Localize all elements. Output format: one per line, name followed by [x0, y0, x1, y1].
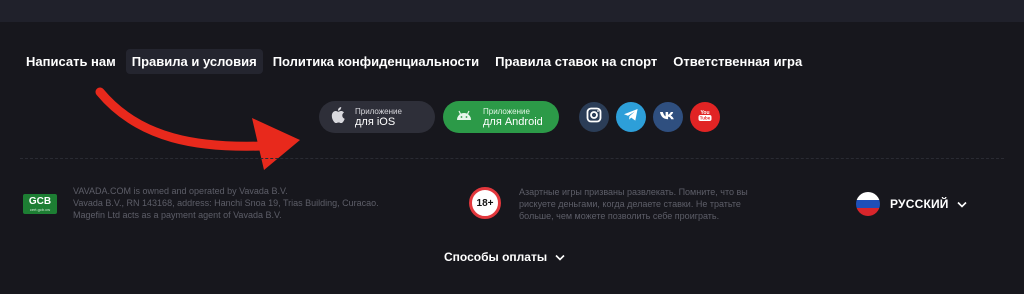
android-app-label: для Android	[483, 116, 543, 128]
telegram-icon	[623, 108, 639, 127]
license-line: Magefin Ltd acts as a payment agent of V…	[73, 210, 282, 220]
vk-link[interactable]	[653, 102, 683, 132]
responsible-line: Азартные игры призваны развлекать. Помни…	[519, 187, 748, 197]
android-icon	[455, 108, 473, 126]
ios-app-button[interactable]: Приложение для iOS	[319, 101, 435, 133]
nav-link-contact[interactable]: Написать нам	[20, 49, 122, 74]
nav-link-responsible-gaming[interactable]: Ответственная игра	[667, 49, 808, 74]
android-app-button[interactable]: Приложение для Android	[443, 101, 559, 133]
gcb-badge-title: GCB	[28, 195, 52, 207]
russia-flag-icon	[856, 192, 880, 216]
chevron-down-icon	[957, 195, 967, 213]
telegram-link[interactable]	[616, 102, 646, 132]
responsible-line: рискуете деньгами, когда делаете ставки.…	[519, 199, 741, 209]
header-bar	[0, 0, 1024, 22]
nav-link-privacy[interactable]: Политика конфиденциальности	[267, 49, 485, 74]
license-line: Vavada B.V., RN 143168, address: Hanchi …	[73, 198, 379, 208]
payment-methods-label: Способы оплаты	[444, 250, 548, 264]
gcb-badge-sub: cert.gcb.cw	[29, 206, 51, 212]
language-selector[interactable]: РУССКИЙ	[856, 192, 967, 216]
age-restriction-badge: 18+	[469, 187, 501, 219]
instagram-icon	[586, 107, 602, 128]
nav-link-terms[interactable]: Правила и условия	[125, 48, 263, 74]
app-downloads: Приложение для iOS Приложение для Androi…	[319, 101, 720, 133]
gcb-license-badge[interactable]: GCB cert.gcb.cw	[23, 194, 57, 214]
payment-methods-toggle[interactable]: Способы оплаты	[444, 250, 565, 264]
apple-icon	[331, 106, 345, 128]
instagram-link[interactable]	[579, 102, 609, 132]
footer-nav: Написать нам Правила и условия Политика …	[20, 47, 812, 75]
chevron-down-icon	[555, 250, 565, 264]
youtube-link[interactable]: You Tube	[690, 102, 720, 132]
responsible-line: больше, чем можете позволить себе проигр…	[519, 211, 720, 221]
vk-icon	[659, 108, 677, 126]
language-label: РУССКИЙ	[890, 197, 949, 211]
youtube-icon: You Tube	[696, 108, 714, 127]
license-line: VAVADA.COM is owned and operated by Vava…	[73, 186, 288, 196]
ios-app-label: для iOS	[355, 116, 396, 128]
nav-link-sport-rules[interactable]: Правила ставок на спорт	[489, 49, 663, 74]
svg-text:Tube: Tube	[700, 115, 711, 120]
responsible-gaming-text: Азартные игры призваны развлекать. Помни…	[519, 186, 809, 222]
license-text: VAVADA.COM is owned and operated by Vava…	[73, 185, 433, 221]
footer-divider	[20, 158, 1004, 159]
